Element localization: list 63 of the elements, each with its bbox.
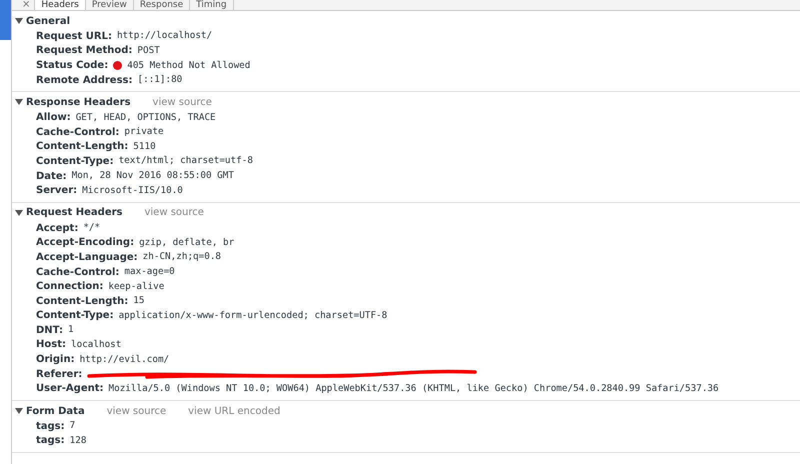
header-value: http://evil.com/	[80, 352, 170, 367]
header-name: Content-Length:	[36, 294, 128, 309]
header-value: 128	[70, 434, 86, 448]
header-value: max-age=0	[124, 265, 175, 279]
header-name: Origin:	[36, 353, 75, 368]
header-value: Mon, 28 Nov 2016 08:55:00 GMT	[72, 169, 234, 184]
header-name: Connection:	[36, 280, 104, 294]
header-name: User-Agent:	[36, 382, 104, 396]
header-value: */*	[83, 221, 100, 236]
header-value: text/html; charset=utf-8	[118, 154, 253, 168]
section-title[interactable]: Response Headers	[26, 94, 131, 110]
section-title[interactable]: Form Data	[26, 404, 85, 419]
header-value: zh-CN,zh;q=0.8	[142, 250, 222, 264]
expanded-triangle-icon[interactable]	[15, 208, 23, 217]
header-value: 7	[70, 419, 76, 434]
header-name: Referer:	[36, 368, 82, 382]
header-value: 1	[68, 323, 74, 338]
tab[interactable]: Headers	[35, 0, 86, 10]
header-name: Request Method:	[36, 44, 132, 58]
header-name: Accept-Language:	[36, 250, 138, 265]
section-title[interactable]: General	[26, 14, 70, 28]
header-value: gzip, deflate, br	[139, 236, 234, 250]
section-title[interactable]: Request Headers	[26, 205, 122, 220]
header-value: localhost	[70, 338, 122, 352]
expanded-triangle-icon[interactable]	[15, 407, 23, 416]
view-link[interactable]: view source	[106, 404, 166, 419]
header-name: Server:	[36, 184, 78, 198]
header-value: http://localhost/	[116, 29, 212, 44]
header-name: Content-Length:	[36, 140, 128, 154]
header-value: [::1]:80	[138, 73, 182, 88]
tab[interactable]: Preview	[86, 0, 134, 10]
expanded-triangle-icon[interactable]	[15, 98, 23, 106]
header-name: Cache-Control:	[36, 126, 120, 140]
header-name: Cache-Control:	[36, 266, 120, 280]
header-name: Accept-Encoding:	[36, 236, 134, 250]
header-name: Request URL:	[36, 30, 112, 44]
header-name: tags:	[36, 420, 65, 434]
header-value: Mozilla/5.0 (Windows NT 10.0; WOW64) AppleWebKit/537.36 (KHTML, like Gecko) Chrome/54.0.2840.99 Safari/537.36	[108, 382, 719, 396]
header-name: Content-Type:	[36, 309, 114, 324]
header-value: 5110	[133, 140, 156, 154]
tab[interactable]: Timing	[190, 0, 234, 10]
header-name: Host:	[36, 338, 66, 352]
header-name: Remote Address:	[36, 74, 132, 88]
header-name: Date:	[36, 170, 67, 184]
expanded-triangle-icon[interactable]	[15, 17, 23, 25]
header-value: GET, HEAD, OPTIONS, TRACE	[76, 110, 216, 125]
header-name: tags:	[36, 434, 65, 448]
tab[interactable]: Response	[134, 0, 190, 10]
view-link[interactable]: view source	[152, 94, 212, 110]
view-link[interactable]: view URL encoded	[188, 404, 280, 419]
header-value: POST	[137, 44, 160, 58]
header-name: Content-Type:	[36, 154, 114, 169]
header-name: Accept:	[36, 222, 78, 236]
header-value: private	[124, 125, 164, 140]
header-name: Status Code:	[36, 58, 108, 73]
header-name: DNT:	[36, 324, 63, 338]
header-value: 405 Method Not Allowed	[127, 58, 250, 72]
header-value: Microsoft-IIS/10.0	[82, 184, 183, 198]
header-name: Allow:	[36, 111, 71, 126]
header-value: 15	[133, 294, 144, 308]
header-value: application/x-www-form-urlencoded; charset=UTF-8	[118, 308, 388, 323]
view-link[interactable]: view source	[144, 205, 204, 220]
header-value: keep-alive	[108, 280, 164, 294]
